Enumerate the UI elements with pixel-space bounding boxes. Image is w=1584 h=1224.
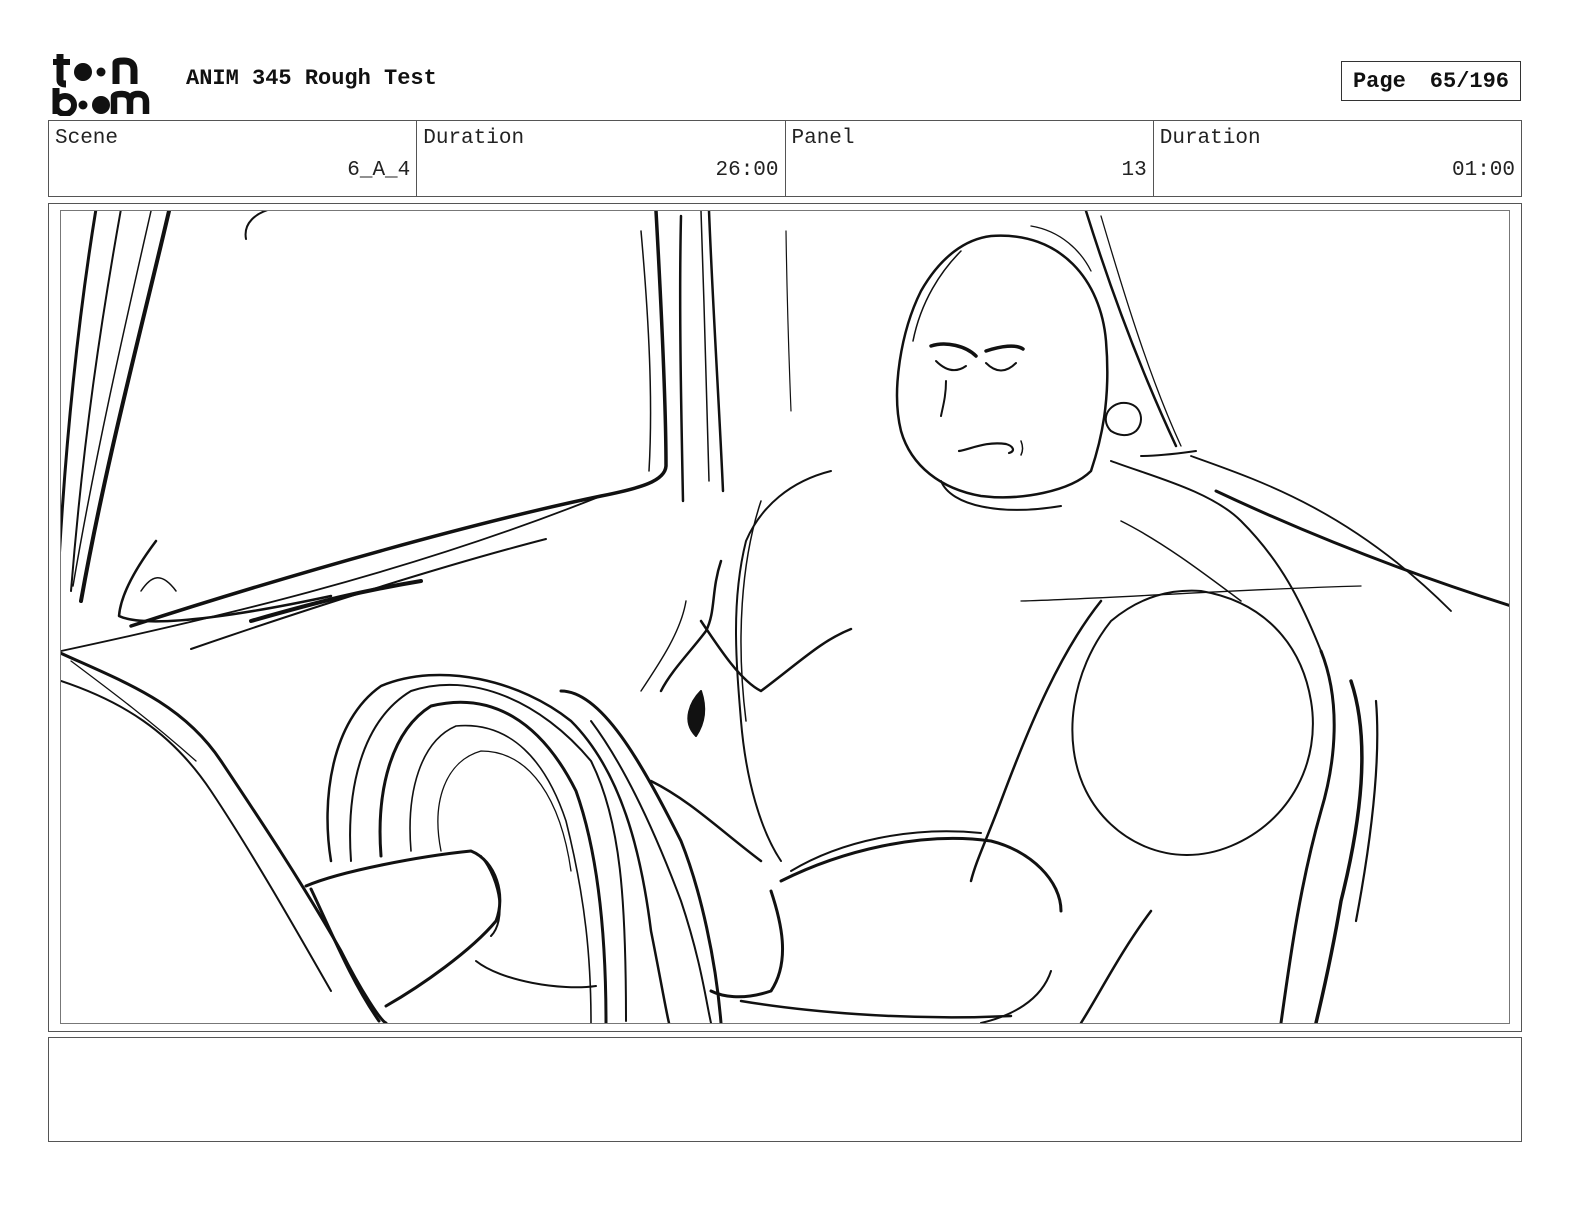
character-head	[895, 211, 1182, 511]
panel-cell: Panel 13	[786, 121, 1154, 196]
scene-value: 6_A_4	[347, 159, 411, 182]
page-indicator: Page 65/196	[1341, 61, 1521, 101]
character-forearm	[649, 779, 1063, 1023]
panel-duration-value: 01:00	[1451, 159, 1515, 182]
scene-duration-label: Duration	[423, 127, 525, 150]
scene-duration-value: 26:00	[715, 159, 779, 182]
character-face	[929, 342, 1025, 456]
rough-sketch	[61, 211, 1509, 1023]
storyboard-title: ANIM 345 Rough Test	[186, 66, 437, 91]
page-label: Page	[1352, 68, 1406, 94]
scene-cell: Scene 6_A_4	[49, 121, 418, 196]
toonboom-logo	[50, 50, 166, 116]
scene-label: Scene	[55, 127, 119, 150]
panel-duration-cell: Duration 01:00	[1154, 121, 1521, 196]
panel-info-table: Scene 6_A_4 Duration 26:00 Panel 13 Dura…	[48, 120, 1522, 197]
foreground-hand	[304, 849, 502, 1023]
window-left-edge	[61, 211, 171, 603]
panel-value: 13	[1121, 159, 1147, 182]
scene-duration-cell: Duration 26:00	[417, 121, 786, 196]
leg-strokes	[326, 673, 723, 1023]
page-number: 65/196	[1429, 68, 1510, 94]
couch-arm-left	[61, 651, 388, 1023]
panel-notes-box	[48, 1037, 1522, 1142]
character-right-arm	[969, 589, 1379, 1023]
panel-duration-label: Duration	[1159, 127, 1261, 150]
storyboard-panel	[60, 210, 1510, 1024]
panel-label: Panel	[791, 127, 855, 150]
window-right-edge	[129, 211, 792, 628]
window-sill	[61, 495, 602, 652]
